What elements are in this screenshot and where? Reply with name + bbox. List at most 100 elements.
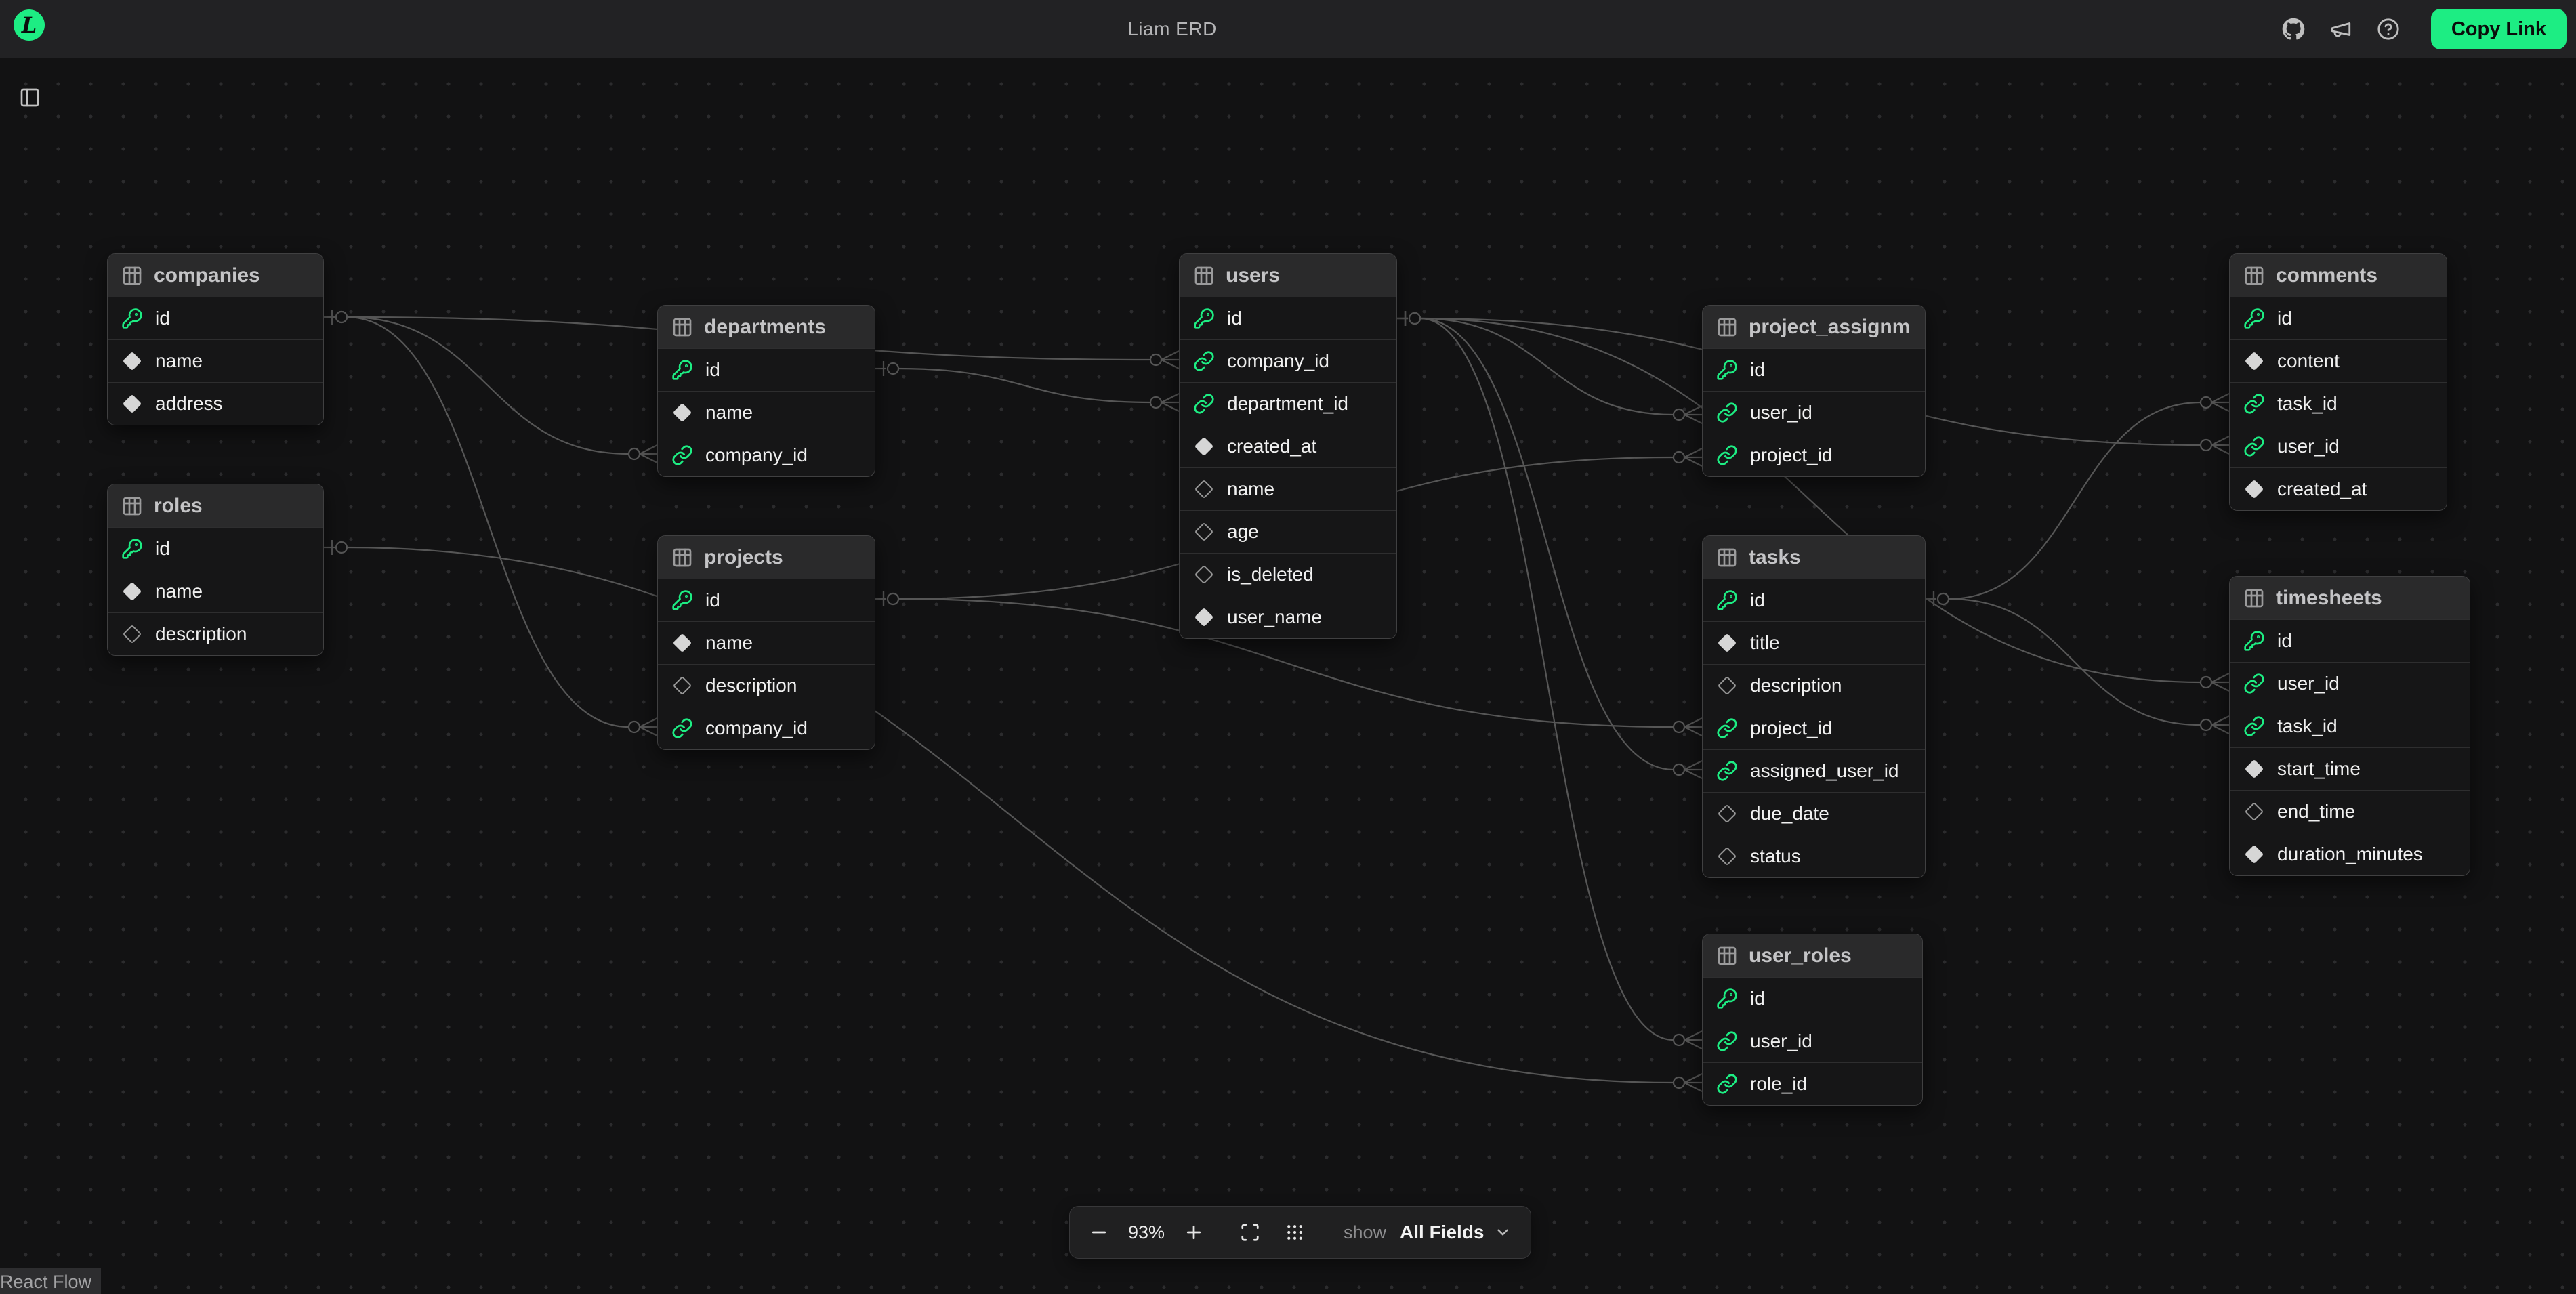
table-row[interactable]: name: [1180, 467, 1396, 510]
table-rows: iduser_idtask_idstart_timeend_timedurati…: [2230, 619, 2470, 875]
table-header[interactable]: projects: [658, 536, 875, 579]
table-header[interactable]: user_roles: [1703, 934, 1922, 977]
table-row[interactable]: id: [1703, 579, 1925, 621]
table-node-timesheets[interactable]: timesheets iduser_idtask_idstart_timeend…: [2229, 576, 2470, 876]
zoom-out-button[interactable]: [1077, 1206, 1121, 1259]
primary-key-icon: [1716, 589, 1738, 611]
table-row[interactable]: is_deleted: [1180, 553, 1396, 596]
table-header[interactable]: comments: [2230, 254, 2447, 297]
table-row[interactable]: role_id: [1703, 1062, 1922, 1105]
field-name: id: [1750, 589, 1765, 611]
table-row[interactable]: name: [658, 621, 875, 664]
table-row[interactable]: id: [2230, 297, 2447, 339]
table-row[interactable]: user_name: [1180, 596, 1396, 638]
table-row[interactable]: id: [2230, 619, 2470, 662]
table-row[interactable]: project_id: [1703, 707, 1925, 749]
table-row[interactable]: project_id: [1703, 434, 1925, 476]
table-header[interactable]: roles: [108, 484, 323, 527]
table-node-users[interactable]: users id company_id department_id created_a…: [1179, 253, 1397, 639]
field-name: company_id: [1227, 350, 1329, 372]
table-header[interactable]: project_assignme...: [1703, 306, 1925, 348]
table-row[interactable]: content: [2230, 339, 2447, 382]
table-row[interactable]: duration_minutes: [2230, 833, 2470, 875]
table-header[interactable]: users: [1180, 254, 1396, 297]
zoom-in-button[interactable]: [1171, 1206, 1216, 1259]
table-row[interactable]: name: [108, 339, 323, 382]
table-node-user_roles[interactable]: user_roles iduser_idrole_id: [1702, 934, 1923, 1106]
table-row[interactable]: user_id: [2230, 425, 2447, 467]
table-row[interactable]: user_id: [1703, 391, 1925, 434]
field-name: department_id: [1227, 393, 1348, 415]
table-row[interactable]: id: [108, 527, 323, 570]
table-row[interactable]: due_date: [1703, 792, 1925, 835]
table-row[interactable]: id: [658, 348, 875, 391]
table-row[interactable]: user_id: [2230, 662, 2470, 705]
table-rows: id user_id project_id: [1703, 348, 1925, 476]
field-name: name: [705, 402, 753, 423]
field-name: id: [705, 589, 720, 611]
table-header[interactable]: timesheets: [2230, 577, 2470, 619]
table-node-companies[interactable]: companies idnameaddress: [107, 253, 324, 425]
table-row[interactable]: name: [658, 391, 875, 434]
field-name: duration_minutes: [2277, 843, 2423, 865]
table-row[interactable]: id: [108, 297, 323, 339]
table-row[interactable]: company_id: [658, 434, 875, 476]
table-name: projects: [704, 546, 783, 569]
help-button[interactable]: [2377, 18, 2400, 41]
chevron-down-icon: [1494, 1224, 1512, 1241]
table-header[interactable]: companies: [108, 254, 323, 297]
github-button[interactable]: [2282, 18, 2305, 41]
foreign-key-icon: [1716, 402, 1738, 423]
primary-key-icon: [1716, 359, 1738, 381]
table-node-tasks[interactable]: tasks id titledescriptionproject_idassign…: [1702, 535, 1926, 878]
table-row[interactable]: created_at: [2230, 467, 2447, 510]
table-row[interactable]: id: [1703, 977, 1922, 1020]
table-row[interactable]: address: [108, 382, 323, 425]
table-row[interactable]: description: [108, 612, 323, 655]
tidy-up-button[interactable]: [1272, 1206, 1317, 1259]
grid-dots-icon: [1285, 1222, 1305, 1243]
zoom-level: 93%: [1121, 1222, 1171, 1243]
table-row[interactable]: company_id: [658, 707, 875, 749]
show-fields-dropdown[interactable]: All Fields: [1396, 1206, 1523, 1259]
table-row[interactable]: description: [1703, 664, 1925, 707]
table-row[interactable]: end_time: [2230, 790, 2470, 833]
table-rows: id namedescriptioncompany_id: [658, 579, 875, 749]
table-node-roles[interactable]: roles idnamedescription: [107, 484, 324, 656]
table-row[interactable]: user_id: [1703, 1020, 1922, 1062]
table-node-comments[interactable]: comments id contenttask_iduser_idcreated_…: [2229, 253, 2447, 511]
table-row[interactable]: name: [108, 570, 323, 612]
table-row[interactable]: id: [1703, 348, 1925, 391]
table-row[interactable]: title: [1703, 621, 1925, 664]
nullable-diamond-icon: [2243, 801, 2265, 822]
table-header[interactable]: tasks: [1703, 536, 1925, 579]
announcements-button[interactable]: [2329, 18, 2352, 41]
react-flow-attribution[interactable]: React Flow: [0, 1268, 101, 1294]
table-row[interactable]: id: [658, 579, 875, 621]
liam-logo-icon[interactable]: L: [14, 9, 45, 41]
table-node-projects[interactable]: projects id namedescriptioncompany_id: [657, 535, 875, 750]
table-row[interactable]: age: [1180, 510, 1396, 553]
field-name: user_id: [1750, 402, 1812, 423]
table-header[interactable]: departments: [658, 306, 875, 348]
table-row[interactable]: department_id: [1180, 382, 1396, 425]
table-row[interactable]: task_id: [2230, 382, 2447, 425]
erd-canvas[interactable]: companies idnameaddress roles idnamedesc…: [0, 58, 2576, 1294]
help-circle-icon: [2377, 18, 2400, 41]
fit-view-button[interactable]: [1228, 1206, 1272, 1259]
field-name: name: [1227, 478, 1274, 500]
field-name: id: [2277, 308, 2292, 329]
table-row[interactable]: assigned_user_id: [1703, 749, 1925, 792]
table-row[interactable]: start_time: [2230, 747, 2470, 790]
table-row[interactable]: company_id: [1180, 339, 1396, 382]
copy-link-button[interactable]: Copy Link: [2431, 9, 2567, 49]
edge-companies.id-to-departments.company_id: [324, 310, 657, 463]
not-null-diamond-icon: [671, 632, 693, 654]
table-row[interactable]: description: [658, 664, 875, 707]
table-row[interactable]: task_id: [2230, 705, 2470, 747]
table-row[interactable]: created_at: [1180, 425, 1396, 467]
table-node-departments[interactable]: departments id name company_id: [657, 305, 875, 477]
table-node-project_assignme[interactable]: project_assignme... id user_id project_id: [1702, 305, 1926, 477]
table-row[interactable]: status: [1703, 835, 1925, 877]
table-row[interactable]: id: [1180, 297, 1396, 339]
